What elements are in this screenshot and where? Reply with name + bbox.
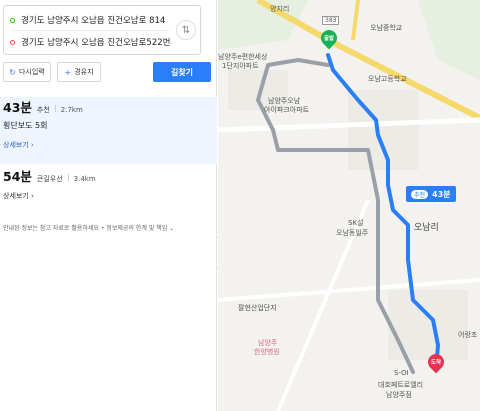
- separator: [54, 105, 56, 112]
- route-tag: 추천: [36, 106, 50, 114]
- map-label-high-school: 오남고등학교: [368, 75, 407, 83]
- map-view[interactable]: 양지리 383 오남중학교 오남고등학교 남양주e편한세상 1단지아파트 남양주…: [218, 0, 480, 411]
- destination-field[interactable]: 경기도 남양주시 오남읍 진건오남로522번: [10, 34, 175, 50]
- map-label-apartment: 1단지아파트: [222, 62, 259, 70]
- destination-dot-icon: [10, 39, 15, 45]
- find-route-button[interactable]: 길찾기: [153, 62, 211, 82]
- directions-app: 경기도 남양주시 오남읍 진건오남로 814 경기도 남양주시 오남읍 진건오남…: [0, 0, 480, 411]
- map-label-gas-station: S-OI: [394, 369, 409, 377]
- park-area: [418, 0, 480, 80]
- end-pin-label: 도착: [430, 360, 442, 366]
- swap-button[interactable]: ⇅: [176, 20, 196, 40]
- divider: [10, 30, 170, 31]
- destination-text: 경기도 남양주시 오남읍 진건오남로522번: [21, 38, 171, 48]
- route-details-link[interactable]: 상세보기 ›: [3, 191, 217, 201]
- map-label-district: 오남리: [414, 223, 439, 233]
- route-input-box: 경기도 남양주시 오남읍 진건오남로 814 경기도 남양주시 오남읍 진건오남…: [3, 5, 201, 55]
- badge-time: 43분: [432, 189, 451, 199]
- plus-icon: +: [64, 67, 72, 77]
- disclaimer-text[interactable]: 안내된 정보는 참고 자료로 활용하세요 • 정보제공의 한계 및 책임 ⌄: [3, 223, 174, 232]
- route-detail: 횡단보도 5회: [3, 121, 48, 130]
- map-label-school: 어랑초: [458, 331, 478, 339]
- road-number-label: 383: [322, 16, 340, 25]
- chevron-right-icon: ›: [31, 192, 34, 200]
- separator: [67, 174, 69, 181]
- park-area: [218, 0, 308, 50]
- map-label-building: 대호페트로엘리: [378, 381, 424, 389]
- search-controls: ↻ 다시입력 + 경유지 길찾기: [3, 62, 213, 82]
- chevron-down-icon: ⌄: [169, 225, 175, 232]
- map-block: [388, 290, 468, 360]
- major-road: [351, 0, 360, 41]
- reset-button[interactable]: ↻ 다시입력: [3, 62, 51, 82]
- via-label: 경유지: [74, 68, 94, 76]
- route-time-badge[interactable]: 추천 43분: [406, 186, 456, 202]
- swap-arrows-icon: ⇅: [181, 24, 191, 36]
- details-label: 상세보기: [3, 141, 29, 149]
- map-label-middle-school: 오남중학교: [370, 24, 403, 32]
- map-label-store: 남양주점: [386, 391, 412, 399]
- route-summary: 54분 큰길우선 3.4km: [3, 166, 217, 185]
- origin-field[interactable]: 경기도 남양주시 오남읍 진건오남로 814: [10, 12, 175, 28]
- map-label-apartment: 아이파크아파트: [264, 106, 310, 114]
- notice-label: 안내된 정보는 참고 자료로 활용하세요 • 정보제공의 한계 및 책임: [3, 225, 168, 232]
- route-tag: 큰길우선: [36, 175, 63, 183]
- map-label-hospital: 한양병원: [254, 348, 280, 356]
- origin-dot-icon: [10, 17, 15, 23]
- start-pin-label: 출발: [323, 36, 335, 42]
- route-distance: 2.7km: [60, 106, 83, 114]
- map-label-sk: SK설: [348, 219, 364, 227]
- route-summary: 43분 추천 2.7km: [3, 97, 217, 116]
- map-label-sk: 오남동일주: [336, 229, 369, 237]
- route-details-link[interactable]: 상세보기 ›: [3, 140, 217, 150]
- reset-label: 다시입력: [18, 68, 45, 76]
- badge-tag: 추천: [411, 189, 429, 199]
- origin-text: 경기도 남양주시 오남읍 진건오남로 814: [21, 16, 166, 26]
- route-time: 54분: [3, 169, 32, 184]
- route-distance: 3.4km: [73, 175, 96, 183]
- details-label: 상세보기: [3, 192, 29, 200]
- route-time: 43분: [3, 100, 32, 115]
- directions-panel: 경기도 남양주시 오남읍 진건오남로 814 경기도 남양주시 오남읍 진건오남…: [0, 0, 217, 411]
- go-label: 길찾기: [170, 67, 194, 77]
- route-option-main-road[interactable]: 54분 큰길우선 3.4km 상세보기 ›: [0, 166, 217, 206]
- route-option-recommended[interactable]: 43분 추천 2.7km 횡단보도 5회 상세보기 ›: [0, 97, 217, 164]
- map-label-industrial: 팔현산업단지: [238, 304, 277, 312]
- map-label-yangji: 양지리: [270, 5, 290, 13]
- refresh-icon: ↻: [9, 67, 16, 77]
- chevron-right-icon: ›: [31, 141, 34, 149]
- add-waypoint-button[interactable]: + 경유지: [57, 62, 101, 82]
